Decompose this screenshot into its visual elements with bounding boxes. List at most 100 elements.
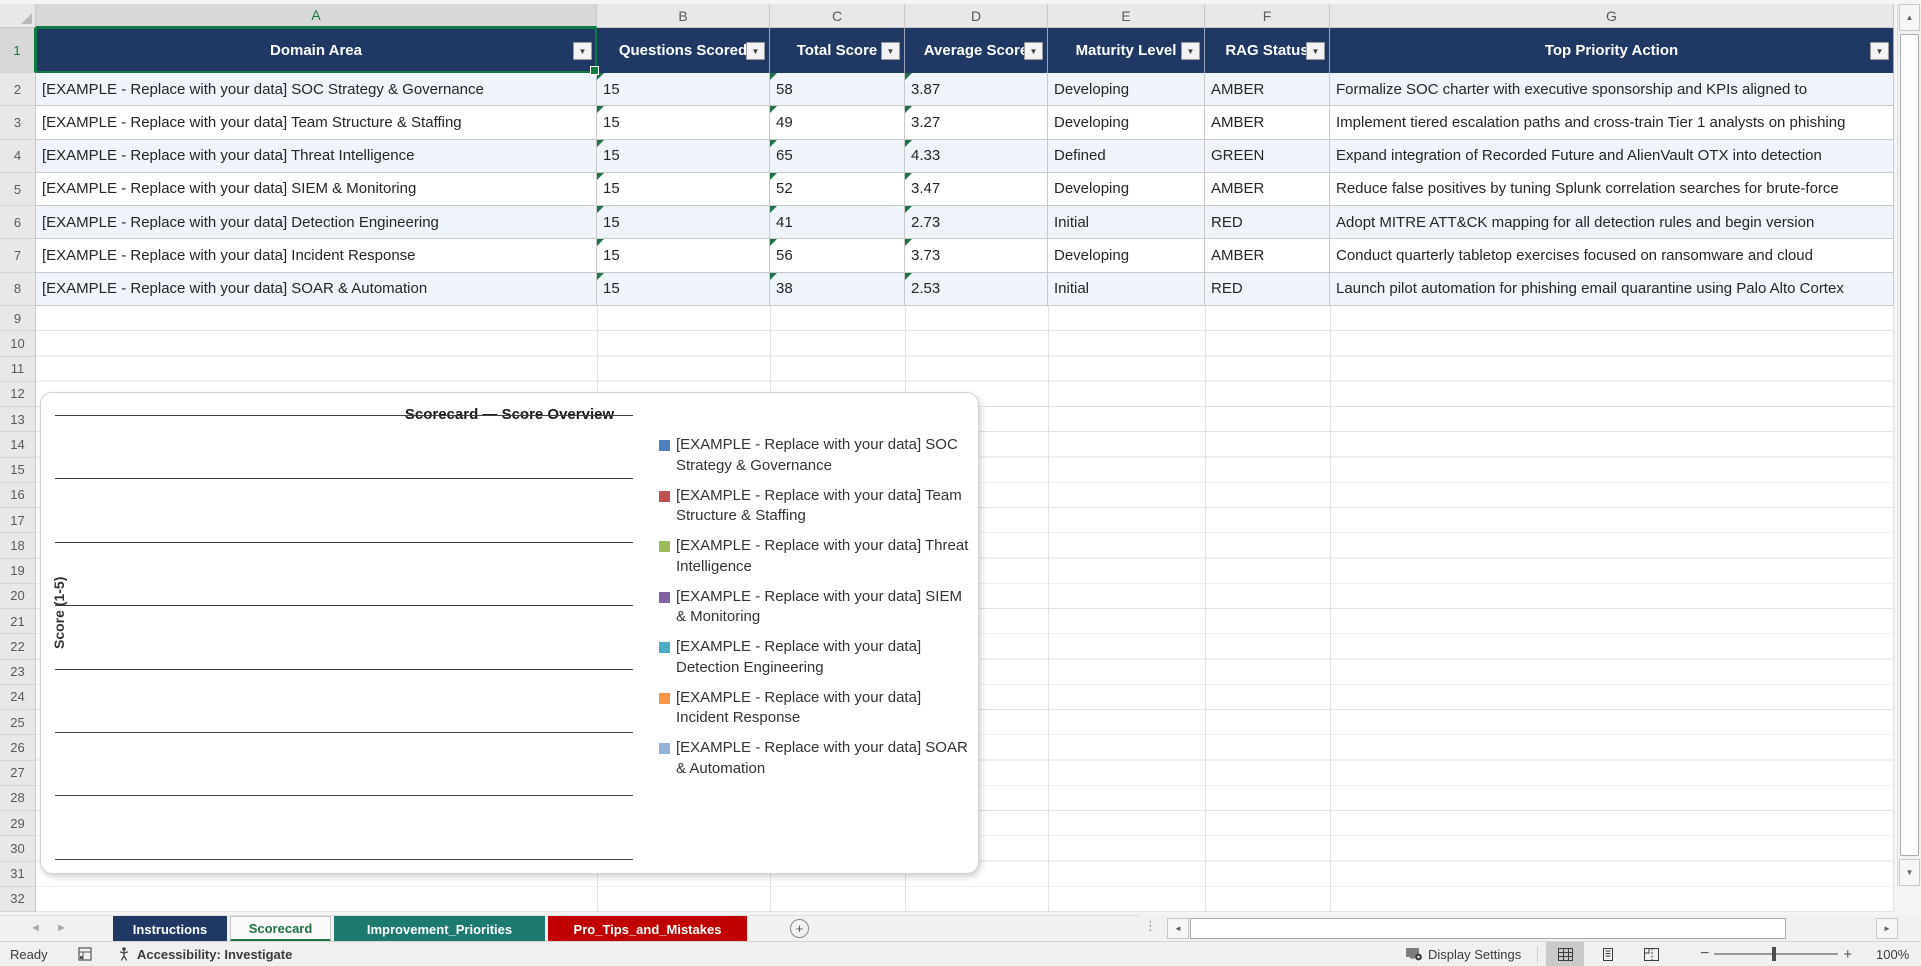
row-header-26[interactable]: 26 xyxy=(0,735,36,761)
table-cell-rag[interactable]: AMBER xyxy=(1205,73,1330,107)
horizontal-scrollbar[interactable]: ⋮ ◄ ► xyxy=(1140,915,1921,941)
table-cell-questions[interactable]: 15 xyxy=(597,73,770,107)
row-header-30[interactable]: 30 xyxy=(0,836,36,862)
table-cell-domain[interactable]: [EXAMPLE - Replace with your data] Threa… xyxy=(36,139,597,173)
legend-item[interactable]: [EXAMPLE - Replace with your data] SIEM … xyxy=(659,587,969,638)
table-cell-rag[interactable]: GREEN xyxy=(1205,139,1330,173)
scroll-right-button[interactable]: ► xyxy=(1876,918,1898,939)
table-cell-total[interactable]: 49 xyxy=(770,106,905,140)
table-cell-domain[interactable]: [EXAMPLE - Replace with your data] Incid… xyxy=(36,239,597,273)
row-header-2[interactable]: 2 xyxy=(0,73,36,107)
table-header-cell[interactable]: Total Score ▼ xyxy=(770,28,905,73)
horizontal-scroll-thumb[interactable] xyxy=(1190,918,1786,939)
row-header-31[interactable]: 31 xyxy=(0,861,36,887)
embedded-chart[interactable]: Scorecard — Score Overview Score (1-5) [… xyxy=(40,392,979,874)
table-cell-domain[interactable]: [EXAMPLE - Replace with your data] SOAR … xyxy=(36,272,597,306)
filter-dropdown-button[interactable]: ▼ xyxy=(1181,42,1200,60)
vertical-scrollbar[interactable]: ▲ ▼ xyxy=(1897,4,1921,886)
table-cell-rag[interactable]: AMBER xyxy=(1205,106,1330,140)
table-cell-action[interactable]: Implement tiered escalation paths and cr… xyxy=(1330,106,1894,140)
table-cell-total[interactable]: 41 xyxy=(770,206,905,240)
row-header-27[interactable]: 27 xyxy=(0,760,36,786)
row-header-24[interactable]: 24 xyxy=(0,684,36,710)
row-header-22[interactable]: 22 xyxy=(0,634,36,660)
table-cell-questions[interactable]: 15 xyxy=(597,272,770,306)
table-cell-rag[interactable]: AMBER xyxy=(1205,239,1330,273)
row-header-16[interactable]: 16 xyxy=(0,482,36,508)
row-header-32[interactable]: 32 xyxy=(0,886,36,912)
column-header-C[interactable]: C xyxy=(770,4,905,28)
table-cell-maturity[interactable]: Initial xyxy=(1048,206,1205,240)
table-cell-questions[interactable]: 15 xyxy=(597,239,770,273)
row-header-14[interactable]: 14 xyxy=(0,432,36,458)
table-header-cell[interactable]: Top Priority Action ▼ xyxy=(1330,28,1894,73)
scrollbar-resize-grip[interactable]: ⋮ xyxy=(1144,918,1157,934)
filter-dropdown-button[interactable]: ▼ xyxy=(1306,42,1325,60)
table-cell-action[interactable]: Formalize SOC charter with executive spo… xyxy=(1330,73,1894,107)
row-header-4[interactable]: 4 xyxy=(0,139,36,173)
row-header-3[interactable]: 3 xyxy=(0,106,36,140)
table-cell-avg[interactable]: 4.33 xyxy=(905,139,1048,173)
zoom-in-button[interactable]: + xyxy=(1843,946,1852,963)
row-header-13[interactable]: 13 xyxy=(0,407,36,433)
filter-dropdown-button[interactable]: ▼ xyxy=(746,42,765,60)
row-header-8[interactable]: 8 xyxy=(0,272,36,307)
column-header-D[interactable]: D xyxy=(905,4,1048,28)
sheet-tab-instructions[interactable]: Instructions xyxy=(113,916,227,942)
table-cell-avg[interactable]: 2.73 xyxy=(905,206,1048,240)
filter-dropdown-button[interactable]: ▼ xyxy=(1024,42,1043,60)
display-settings-button[interactable]: Display Settings xyxy=(1405,942,1521,966)
table-cell-avg[interactable]: 3.47 xyxy=(905,172,1048,207)
table-cell-avg[interactable]: 2.53 xyxy=(905,272,1048,306)
select-all-corner[interactable] xyxy=(0,4,36,28)
zoom-slider[interactable] xyxy=(1714,947,1839,961)
row-header-28[interactable]: 28 xyxy=(0,785,36,811)
table-cell-action[interactable]: Launch pilot automation for phishing ema… xyxy=(1330,272,1894,306)
table-header-cell[interactable]: Domain Area ▼ xyxy=(36,28,597,73)
tab-nav-left-icon[interactable]: ◄ xyxy=(30,922,41,934)
row-header-9[interactable]: 9 xyxy=(0,306,36,332)
row-header-25[interactable]: 25 xyxy=(0,710,36,736)
table-cell-domain[interactable]: [EXAMPLE - Replace with your data] Detec… xyxy=(36,206,597,240)
filter-dropdown-button[interactable]: ▼ xyxy=(573,42,592,60)
legend-item[interactable]: [EXAMPLE - Replace with your data] SOAR … xyxy=(659,738,969,789)
column-header-G[interactable]: G xyxy=(1330,4,1894,28)
zoom-out-button[interactable]: − xyxy=(1700,945,1709,963)
row-header-21[interactable]: 21 xyxy=(0,609,36,635)
row-header-19[interactable]: 19 xyxy=(0,558,36,584)
tab-nav-right-icon[interactable]: ► xyxy=(56,922,67,934)
legend-item[interactable]: [EXAMPLE - Replace with your data] Detec… xyxy=(659,637,969,688)
row-header-6[interactable]: 6 xyxy=(0,206,36,240)
row-header-18[interactable]: 18 xyxy=(0,533,36,559)
table-header-cell[interactable]: Average Score ▼ xyxy=(905,28,1048,73)
table-cell-avg[interactable]: 3.73 xyxy=(905,239,1048,273)
legend-item[interactable]: [EXAMPLE - Replace with your data] Threa… xyxy=(659,536,969,587)
table-cell-maturity[interactable]: Initial xyxy=(1048,272,1205,306)
table-cell-domain[interactable]: [EXAMPLE - Replace with your data] SIEM … xyxy=(36,172,597,207)
new-sheet-button[interactable]: + xyxy=(790,919,809,938)
table-cell-questions[interactable]: 15 xyxy=(597,172,770,207)
legend-item[interactable]: [EXAMPLE - Replace with your data] SOC S… xyxy=(659,435,969,486)
scroll-left-button[interactable]: ◄ xyxy=(1167,918,1189,939)
row-header-1[interactable]: 1 xyxy=(0,28,36,73)
filter-dropdown-button[interactable]: ▼ xyxy=(881,42,900,60)
sheet-tab-improvement_priorities[interactable]: Improvement_Priorities xyxy=(334,916,545,942)
row-header-10[interactable]: 10 xyxy=(0,331,36,357)
column-header-B[interactable]: B xyxy=(597,4,770,28)
table-header-cell[interactable]: Maturity Level ▼ xyxy=(1048,28,1205,73)
scroll-up-button[interactable]: ▲ xyxy=(1899,4,1920,31)
table-cell-questions[interactable]: 15 xyxy=(597,206,770,240)
table-cell-total[interactable]: 38 xyxy=(770,272,905,306)
zoom-slider-handle[interactable] xyxy=(1772,947,1777,961)
row-header-20[interactable]: 20 xyxy=(0,583,36,609)
table-cell-rag[interactable]: RED xyxy=(1205,272,1330,306)
page-layout-view-button[interactable] xyxy=(1589,942,1627,966)
row-header-11[interactable]: 11 xyxy=(0,356,36,382)
table-cell-questions[interactable]: 15 xyxy=(597,139,770,173)
table-cell-action[interactable]: Conduct quarterly tabletop exercises foc… xyxy=(1330,239,1894,273)
table-cell-action[interactable]: Reduce false positives by tuning Splunk … xyxy=(1330,172,1894,207)
legend-item[interactable]: [EXAMPLE - Replace with your data] Incid… xyxy=(659,688,969,739)
legend-item[interactable]: [EXAMPLE - Replace with your data] Team … xyxy=(659,486,969,537)
row-header-7[interactable]: 7 xyxy=(0,239,36,273)
table-cell-domain[interactable]: [EXAMPLE - Replace with your data] SOC S… xyxy=(36,73,597,107)
